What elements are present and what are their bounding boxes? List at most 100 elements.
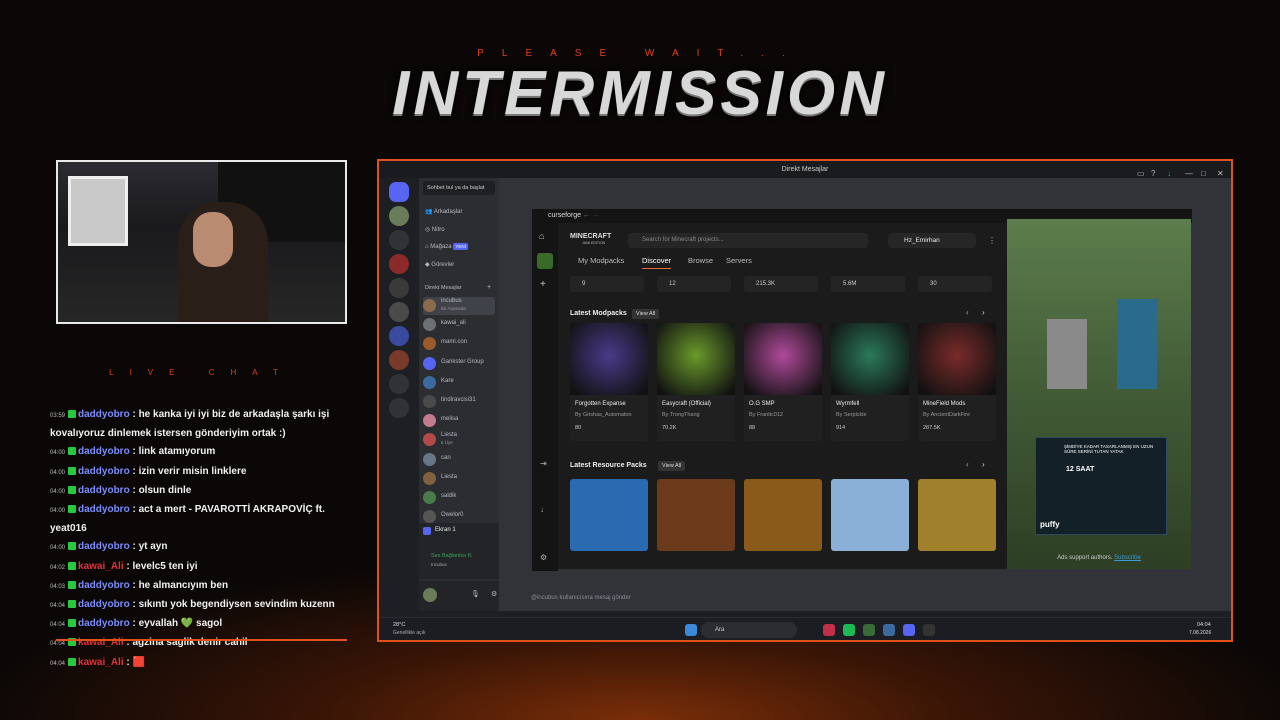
next-arrow-icon[interactable]: › [982, 308, 985, 317]
tab-my-modpacks[interactable]: My Modpacks [578, 256, 624, 265]
home-icon[interactable]: ⌂ [539, 231, 544, 241]
stat-tile[interactable]: 9 [570, 276, 644, 292]
login-icon[interactable]: ⇥ [540, 459, 547, 468]
settings-icon[interactable]: ⚙ [491, 590, 497, 598]
conversation-search[interactable]: Sohbet bul ya da başlat [423, 181, 495, 195]
prev-arrow-icon[interactable]: ‹ [966, 460, 969, 469]
stat-tile[interactable]: 12 [657, 276, 731, 292]
chat-separator: : [129, 409, 139, 420]
chat-username[interactable]: daddyobro [78, 446, 130, 457]
modpack-thumbnail [831, 323, 909, 395]
tab-servers[interactable]: Servers [726, 256, 752, 265]
dm-item[interactable]: kawai_ali [423, 316, 495, 334]
dm-item[interactable]: Gankster Group [423, 355, 495, 373]
resource-pack-card[interactable] [918, 479, 996, 551]
dm-item[interactable]: saldik [423, 489, 495, 507]
spotify-icon[interactable] [843, 624, 855, 636]
chat-divider [56, 639, 347, 641]
view-all-modpacks-button[interactable]: View All [632, 309, 660, 319]
resource-pack-card[interactable] [657, 479, 735, 551]
server-icon[interactable] [389, 350, 409, 370]
dm-item[interactable]: melisa [423, 412, 495, 430]
taskbar-search[interactable]: Ara [701, 622, 797, 638]
add-game-icon[interactable]: + [540, 279, 546, 290]
discord-taskbar-icon[interactable] [903, 624, 915, 636]
modpack-card[interactable]: Easycraft (Official) By TrongThang 70.2K [657, 323, 735, 441]
minecraft-game-icon[interactable] [537, 253, 553, 269]
back-arrow-icon[interactable]: ← [583, 212, 590, 219]
modpack-downloads: 287.5K [923, 425, 941, 431]
dm-item[interactable]: Kare [423, 374, 495, 392]
mic-icon[interactable]: 🎙 [471, 590, 480, 598]
ad-banner[interactable]: ŞİMDİYE KADAR TASARLANMIŞ EN UZUN SÜRE S… [1035, 437, 1167, 535]
curseforge-taskbar-icon[interactable] [923, 624, 935, 636]
chat-username[interactable]: daddyobro [78, 409, 130, 420]
nav-friends[interactable]: 👥 Arkadaşlar [425, 208, 463, 215]
resource-pack-card[interactable] [570, 479, 648, 551]
stat-tile[interactable]: 215.3K [744, 276, 818, 292]
dm-item[interactable]: Liesta 6 Üye [423, 431, 495, 449]
dm-item[interactable]: can [423, 451, 495, 469]
chat-username[interactable]: daddyobro [78, 541, 130, 552]
chat-username[interactable]: kawai_Ali [78, 657, 124, 668]
add-server-icon[interactable] [389, 374, 409, 394]
chat-username[interactable]: daddyobro [78, 618, 130, 629]
stat-tile[interactable]: 5.6M [831, 276, 905, 292]
weather-temp[interactable]: 28°C [393, 622, 405, 628]
face-shape [193, 212, 233, 267]
explore-icon[interactable] [389, 398, 409, 418]
dm-item[interactable]: Liesta [423, 470, 495, 488]
chat-message: 04:00 daddyobro : act a mert - PAVAROTTİ … [50, 501, 360, 538]
chat-text: yt ayn [138, 541, 168, 553]
view-all-resource-button[interactable]: View All [658, 461, 686, 471]
message-input[interactable]: @incubus kullanıcısına mesaj gönder [509, 589, 1109, 607]
server-icon[interactable] [389, 206, 409, 226]
download-icon[interactable]: ↓ [540, 505, 544, 514]
chat-username[interactable]: daddyobro [78, 466, 130, 477]
dm-item[interactable]: tindiravcisi31 [423, 393, 495, 411]
chat-username[interactable]: daddyobro [78, 599, 130, 610]
modpack-card[interactable]: MineField Mods By AncientDarkFire 287.5K [918, 323, 996, 441]
app-icon[interactable] [863, 624, 875, 636]
discord-home-icon[interactable] [389, 182, 409, 202]
prev-arrow-icon[interactable]: ‹ [966, 308, 969, 317]
voice-channel: Incubus [431, 562, 447, 567]
dm-item[interactable]: mami.con [423, 335, 495, 353]
forward-arrow-icon[interactable]: → [592, 212, 599, 219]
dm-item[interactable]: incubus Bir Aramada [423, 297, 495, 315]
avatar[interactable] [423, 588, 437, 602]
resource-pack-card[interactable] [831, 479, 909, 551]
next-arrow-icon[interactable]: › [982, 460, 985, 469]
modpack-card[interactable]: Wyrmfell By Serpickle 914 [831, 323, 909, 441]
chat-message: 04:04 kawai_Ali : 🟥 [50, 654, 360, 673]
tab-discover[interactable]: Discover [642, 256, 672, 269]
nav-shop[interactable]: ⌂ Mağaza YENİ [425, 243, 468, 250]
app-icon[interactable] [823, 624, 835, 636]
modpack-card[interactable]: O.G SMP By Frantic012 88 [744, 323, 822, 441]
app-icon[interactable] [883, 624, 895, 636]
server-icon[interactable] [389, 254, 409, 274]
add-dm-icon[interactable]: + [487, 284, 491, 291]
chat-timestamp: 04:03 [50, 583, 66, 590]
chat-username[interactable]: daddyobro [78, 580, 130, 591]
settings-icon[interactable]: ⚙ [540, 553, 547, 562]
profile-select[interactable]: Hz_Emirhan [888, 233, 976, 248]
nav-nitro[interactable]: ◎ Nitro [425, 226, 445, 233]
modpack-card[interactable]: Forgotten Expanse By Grishas_Automaton 80 [570, 323, 648, 441]
server-icon[interactable] [389, 278, 409, 298]
resource-pack-card[interactable] [744, 479, 822, 551]
chat-username[interactable]: daddyobro [78, 485, 130, 496]
nav-quests[interactable]: ◆ Görevler [425, 261, 454, 268]
search-input[interactable]: Search for Minecraft projects... [628, 233, 868, 248]
stat-tile[interactable]: 30 [918, 276, 992, 292]
subscribe-link[interactable]: Subscribe [1114, 555, 1141, 561]
more-menu-icon[interactable]: ⋮ [988, 236, 996, 245]
chat-username[interactable]: kawai_Ali [78, 561, 124, 572]
start-icon[interactable] [685, 624, 697, 636]
tab-browse[interactable]: Browse [688, 256, 713, 265]
server-icon[interactable] [389, 230, 409, 250]
intermission-title: INTERMISSION [392, 59, 888, 128]
chat-username[interactable]: daddyobro [78, 504, 130, 515]
server-icon[interactable] [389, 302, 409, 322]
server-icon[interactable] [389, 326, 409, 346]
